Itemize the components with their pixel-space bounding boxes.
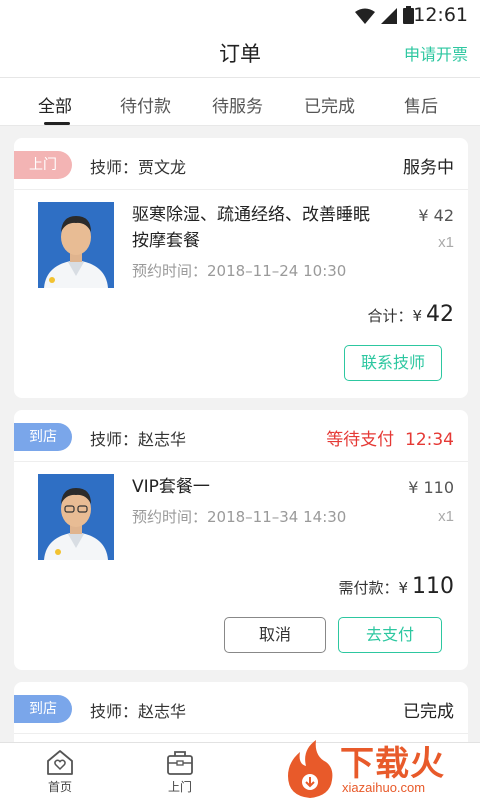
tab-pending-payment[interactable]: 待付款 — [120, 92, 171, 117]
appointment-time: 预约时间：2018–11–24 10:30 — [132, 262, 347, 280]
order-card-header: 到店 技师：赵志华 等待支付 12:34 — [14, 410, 468, 462]
appointment-time: 预约时间：2018–11–34 14:30 — [132, 508, 347, 526]
technician-name: 技师：赵志华 — [90, 430, 187, 449]
service-type-tag: 到店 — [14, 695, 72, 723]
order-total: 合计：¥ 42 — [367, 302, 454, 327]
pay-button[interactable]: 去支付 — [338, 617, 442, 653]
item-quantity: x1 — [438, 234, 454, 251]
technician-avatar-image — [38, 202, 114, 288]
order-status: 已完成 — [403, 702, 454, 722]
nav-home-service[interactable]: 上门 — [150, 747, 210, 795]
total-label: 合计： — [367, 307, 413, 325]
tab-pending-service[interactable]: 待服务 — [212, 92, 263, 117]
order-status: 等待支付 12:34 — [326, 425, 454, 450]
tab-all[interactable]: 全部 — [38, 92, 72, 117]
nav-home-service-label: 上门 — [167, 780, 192, 794]
total-amount: 42 — [426, 302, 454, 327]
order-card[interactable]: 上门 技师：贾文龙 服务中 驱寒除湿、疏通经络、改善睡眠按摩套餐 预约时间：20… — [14, 138, 468, 398]
cancel-button[interactable]: 取消 — [224, 617, 326, 653]
item-name: 驱寒除湿、疏通经络、改善睡眠按摩套餐 — [132, 205, 370, 251]
order-status: 服务中 — [403, 158, 454, 178]
order-total: 需付款：¥ 110 — [338, 574, 454, 599]
status-icons — [355, 6, 414, 24]
order-card-header: 到店 技师：赵志华 已完成 — [14, 682, 468, 734]
clock: 12:61 — [413, 4, 468, 26]
order-card[interactable]: 到店 技师：赵志华 等待支付 12:34 VIP套餐一 预约时间：2018–11… — [14, 410, 468, 670]
total-amount: 110 — [412, 574, 454, 599]
watermark-text: 下载火 — [340, 744, 445, 784]
nav-home[interactable]: 首页 — [30, 747, 90, 795]
payment-countdown: 12:34 — [405, 430, 454, 450]
technician-name: 技师：贾文龙 — [90, 158, 187, 177]
tab-completed[interactable]: 已完成 — [304, 92, 355, 117]
tab-after-sales[interactable]: 售后 — [404, 92, 438, 117]
flame-logo-icon — [288, 740, 333, 798]
wifi-icon — [355, 8, 375, 24]
total-currency: ¥ — [398, 579, 408, 597]
contact-technician-button[interactable]: 联系技师 — [344, 345, 442, 381]
signal-icon — [381, 8, 397, 24]
order-tabs: 全部 待付款 待服务 已完成 售后 — [0, 78, 480, 126]
order-card-header: 上门 技师：贾文龙 服务中 — [14, 138, 468, 190]
technician-name: 技师：赵志华 — [90, 702, 187, 721]
home-heart-icon — [47, 750, 73, 775]
watermark-url: xiazaihuo.com — [342, 780, 426, 795]
service-type-tag: 上门 — [14, 151, 72, 179]
total-currency: ¥ — [412, 307, 422, 325]
watermark: 下载火 xiazaihuo.com — [282, 736, 480, 800]
active-tab-indicator — [44, 122, 70, 125]
item-quantity: x1 — [438, 508, 454, 525]
status-text: 等待支付 — [326, 430, 395, 450]
medical-bag-icon — [167, 751, 193, 775]
technician-photo — [38, 474, 114, 560]
item-price: ¥ 42 — [418, 206, 454, 225]
service-type-tag: 到店 — [14, 423, 72, 451]
request-invoice-button[interactable]: 申请开票 — [404, 41, 468, 65]
technician-photo — [38, 202, 114, 288]
technician-avatar-image — [38, 474, 114, 560]
page-header: 订单 申请开票 — [0, 30, 480, 78]
total-label: 需付款： — [338, 579, 399, 597]
status-bar: 12:61 — [0, 0, 480, 30]
nav-home-label: 首页 — [47, 780, 72, 794]
item-name: VIP套餐一 — [132, 477, 210, 497]
item-price: ¥ 110 — [408, 478, 454, 497]
